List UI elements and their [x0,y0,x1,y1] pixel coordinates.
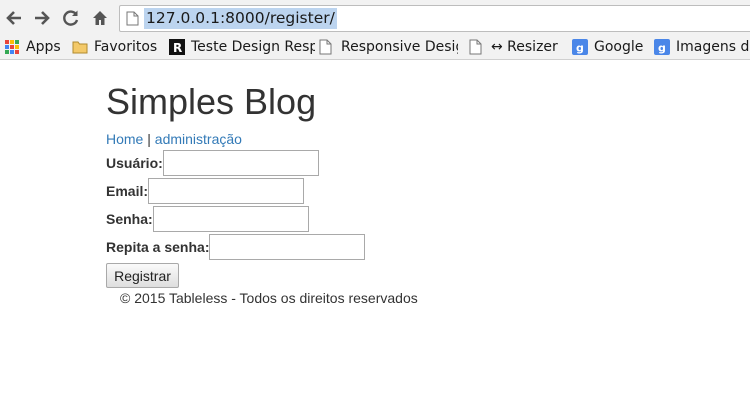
password-input[interactable] [152,206,309,232]
reload-icon [63,10,79,26]
bookmark-google[interactable]: g Google [572,36,643,58]
home-icon [93,11,107,25]
bookmark-label: Responsive Desig [341,39,458,55]
password-repeat-input[interactable] [209,234,366,260]
password-repeat-label: Repita a senha: [106,239,210,255]
bookmark-label: Teste Design Resp [191,39,315,55]
forward-arrow-icon [35,11,50,25]
email-row: Email: [106,178,305,204]
google-icon: g [654,39,670,55]
reload-button[interactable] [59,6,83,30]
apps-grid-icon [4,39,20,55]
page-title: Simples Blog [106,81,317,122]
home-button[interactable] [88,6,112,30]
nav-separator: | [147,131,151,147]
register-button[interactable]: Registrar [106,263,179,288]
svg-text:R: R [173,41,182,55]
bookmark-label: Favoritos [94,39,158,55]
bookmark-favoritos[interactable]: Favoritos [72,36,157,58]
email-label: Email: [106,183,149,199]
bookmark-label: Google [594,39,644,55]
username-label: Usuário: [106,155,163,171]
svg-text:g: g [576,42,584,55]
email-input[interactable] [148,178,305,204]
page-footer: © 2015 Tableless - Todos os direitos res… [120,290,418,306]
site-nav: Home | administração [106,131,242,147]
bookmark-imagens[interactable]: g Imagens do [654,36,750,58]
bookmark-apps[interactable]: Apps [4,36,61,58]
bookmark-label: Apps [26,39,61,55]
bookmark-teste-design[interactable]: R Teste Design Resp [169,36,315,58]
bookmark-label: ↔ Resizer [491,39,558,55]
svg-text:g: g [658,42,666,55]
nav-home-link[interactable]: Home [106,131,143,147]
username-row: Usuário: [106,150,319,176]
r-logo-icon: R [169,39,185,55]
bookmark-responsive-design[interactable]: Responsive Desig [319,36,458,58]
page-icon [319,39,335,55]
address-bar[interactable]: 127.0.0.1:8000/register/ [119,5,750,32]
bookmarks-bar: Apps Favoritos R Teste Design Resp Respo… [0,36,750,60]
url-text[interactable]: 127.0.0.1:8000/register/ [144,8,337,29]
page-icon [469,39,485,55]
password-label: Senha: [106,211,153,227]
bookmark-label: Imagens do [676,39,750,55]
password-row: Senha: [106,206,309,232]
username-input[interactable] [162,150,319,176]
folder-icon [72,39,88,55]
browser-toolbar: 127.0.0.1:8000/register/ [0,0,750,36]
back-arrow-icon [6,11,21,25]
page-icon [126,11,139,31]
back-button[interactable] [2,6,26,30]
password-repeat-row: Repita a senha: [106,234,366,260]
google-icon: g [572,39,588,55]
forward-button[interactable] [30,6,54,30]
bookmark-resizer[interactable]: ↔ Resizer [469,36,558,58]
nav-admin-link[interactable]: administração [155,131,242,147]
